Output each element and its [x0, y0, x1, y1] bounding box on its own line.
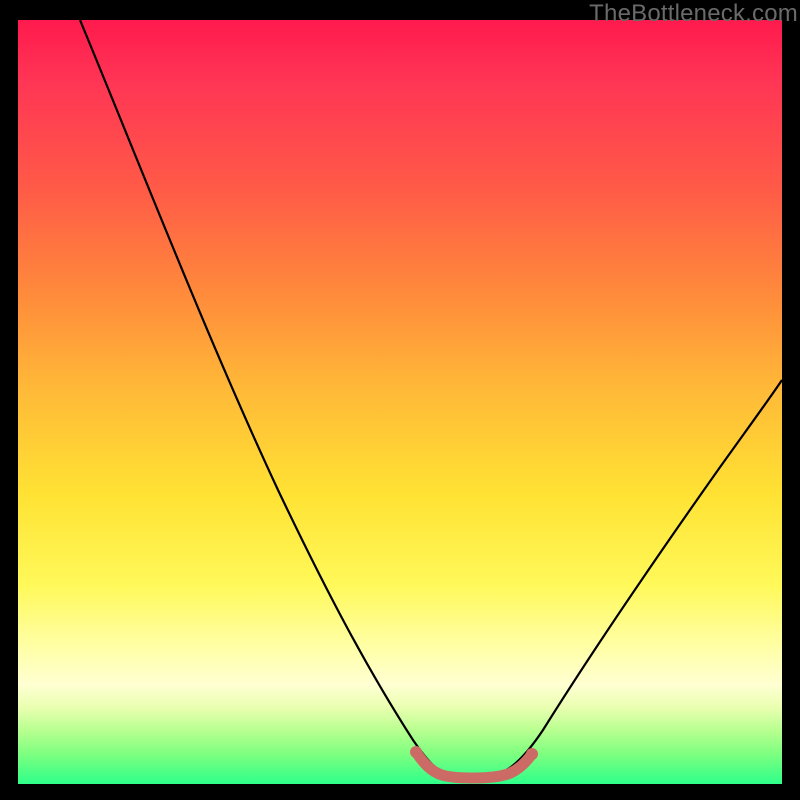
- watermark-text: TheBottleneck.com: [589, 0, 798, 28]
- chart-svg: [18, 20, 782, 784]
- optimal-band-dot-right: [526, 748, 538, 760]
- optimal-band-curve: [416, 752, 532, 778]
- optimal-band-dot-left: [410, 746, 422, 758]
- bottleneck-curve: [80, 20, 782, 776]
- chart-frame: [18, 20, 782, 784]
